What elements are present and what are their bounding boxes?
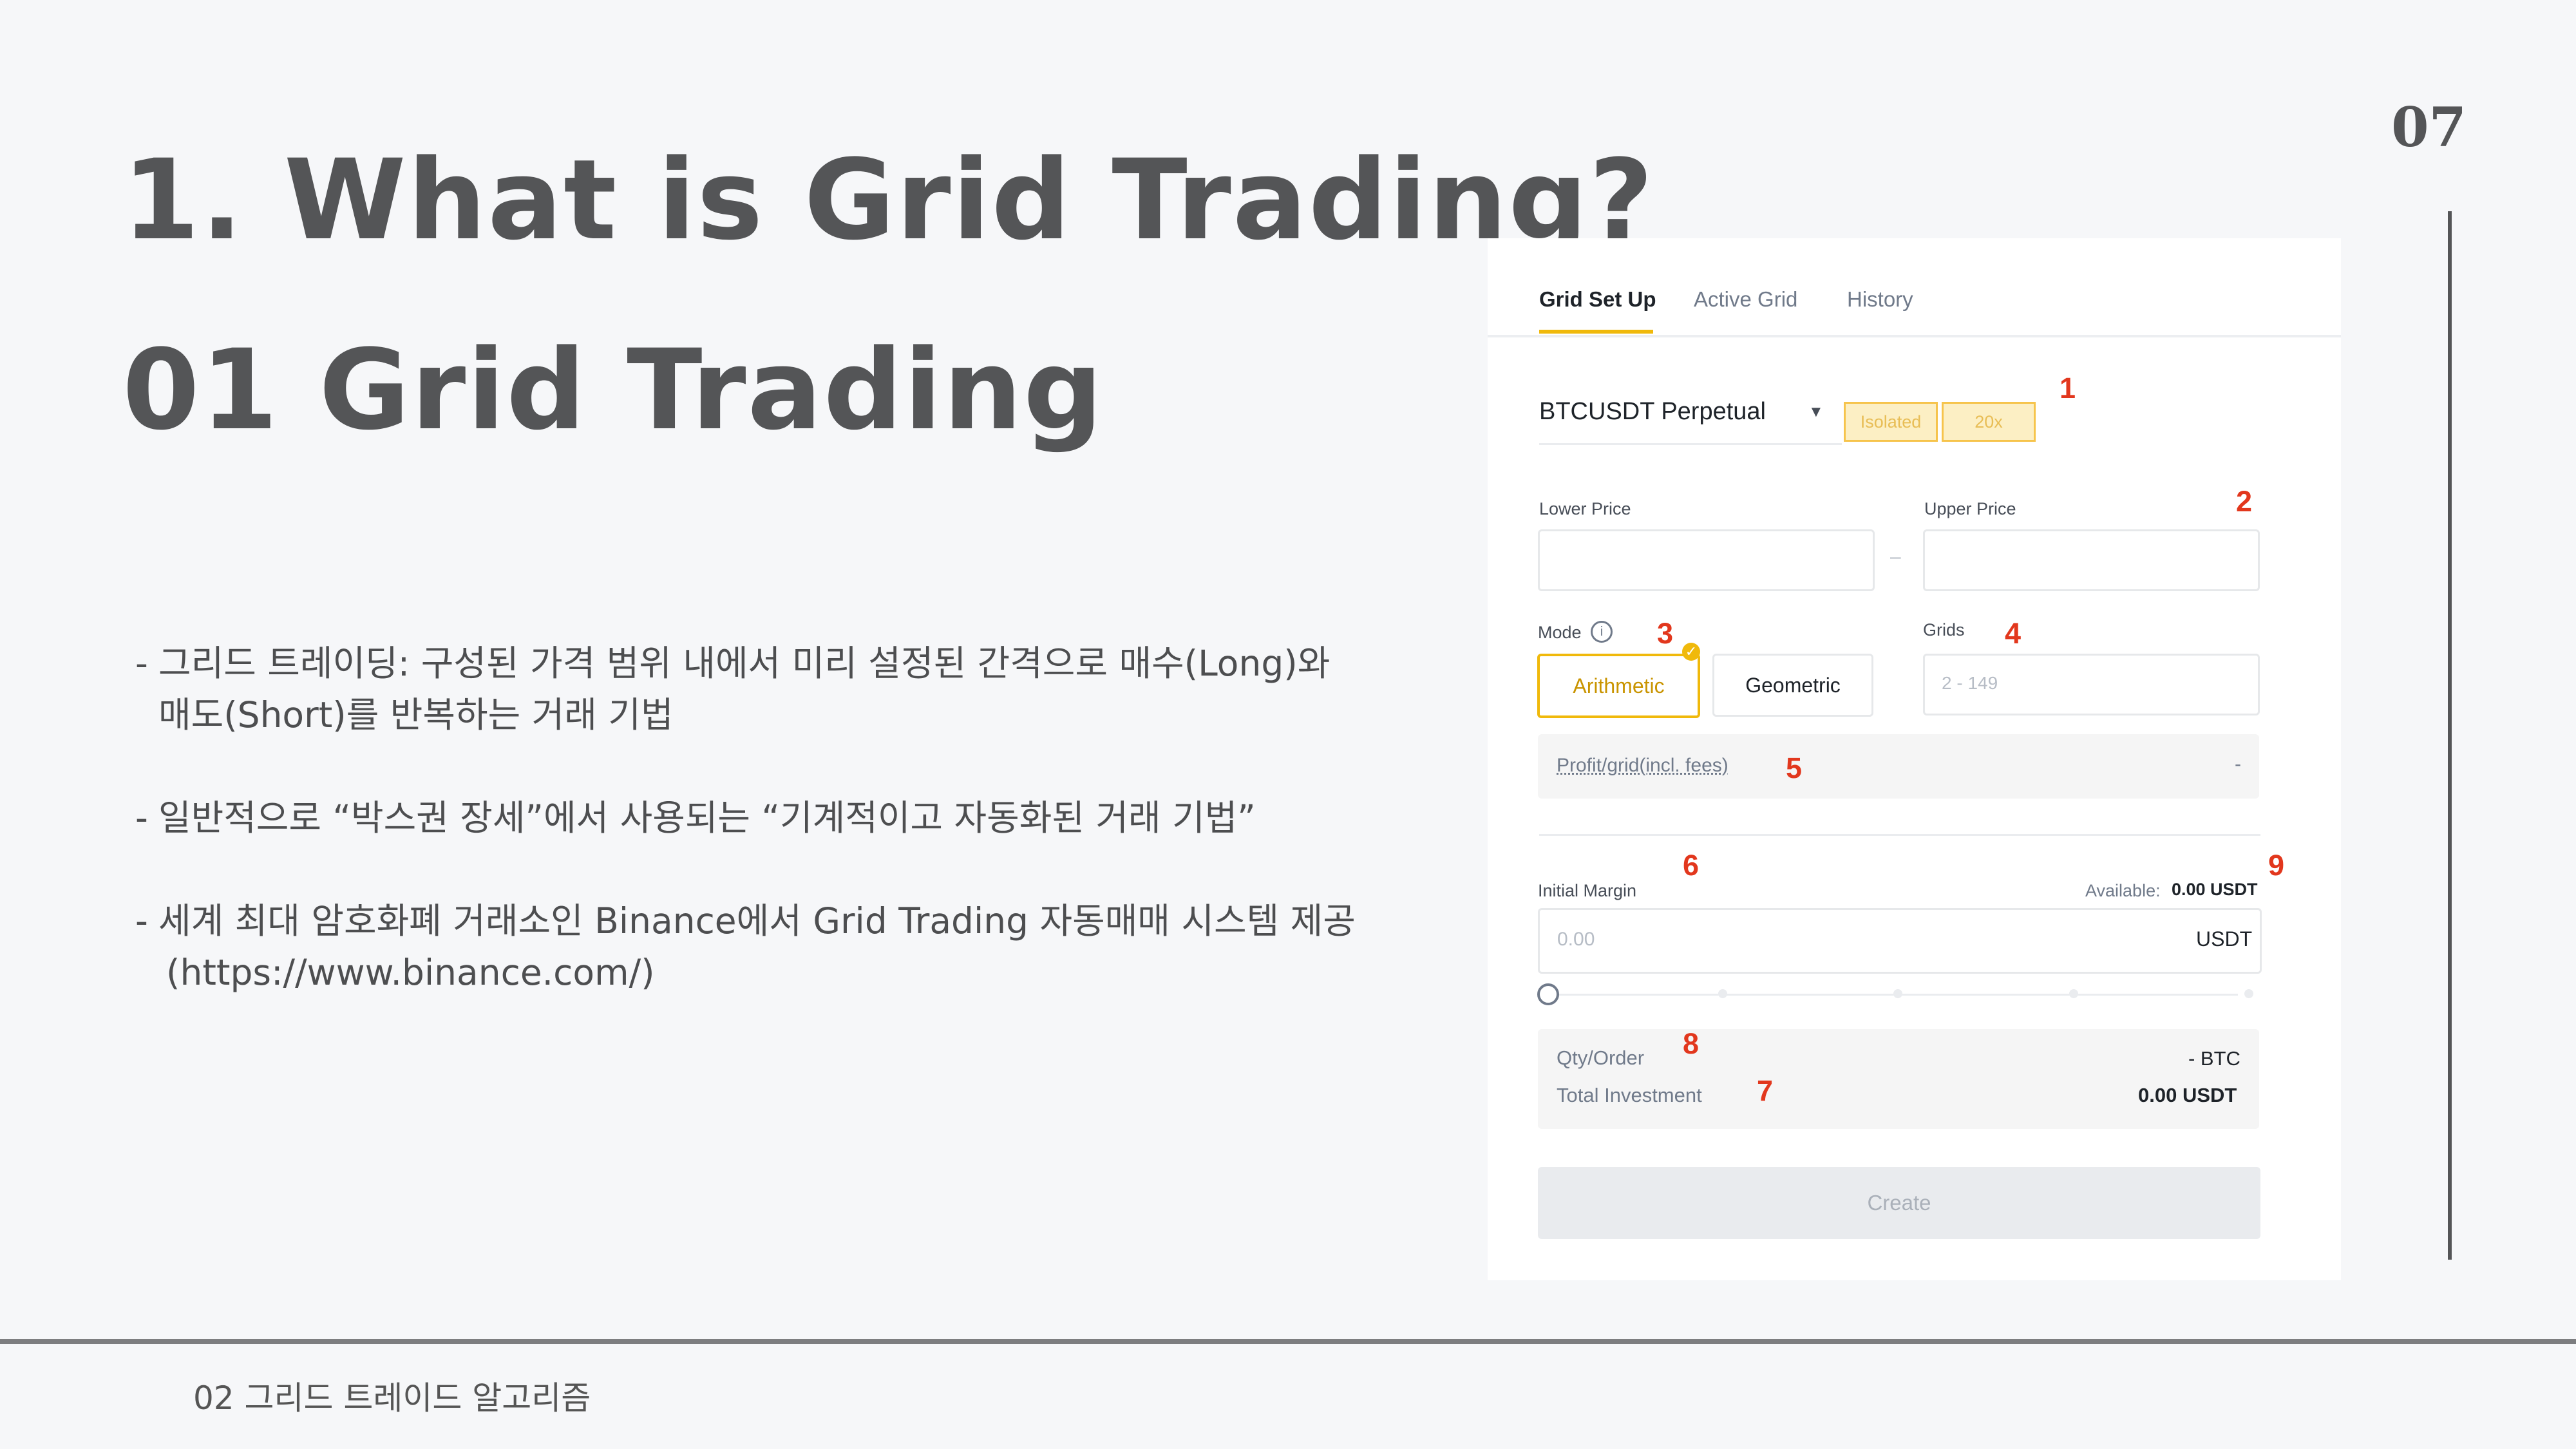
upper-price-input[interactable] xyxy=(1923,529,2260,591)
section-divider xyxy=(1539,834,2260,836)
slider-step-dot[interactable] xyxy=(2069,989,2078,998)
slide-subtitle: 01 Grid Trading xyxy=(122,325,1104,455)
bullet-list: - 그리드 트레이딩: 구성된 가격 범위 내에서 미리 설정된 간격으로 매수(… xyxy=(135,638,1436,1050)
lower-price-input[interactable] xyxy=(1538,529,1875,591)
bullet-link-text: (https://www.binance.com/) xyxy=(166,952,655,993)
slider-step-dot[interactable] xyxy=(2244,989,2253,998)
margin-slider-handle[interactable] xyxy=(1537,983,1559,1005)
annotation-number: 5 xyxy=(1786,752,1803,784)
initial-margin-input[interactable] xyxy=(1538,908,2262,974)
annotation-number: 6 xyxy=(1683,849,1700,882)
slide-title: 1. What is Grid Trading? xyxy=(122,135,1655,265)
annotation-number: 4 xyxy=(2005,617,2022,650)
bullet-text: 일반적으로 “박스권 장세”에서 사용되는 “기계적이고 자동화된 거래 기법” xyxy=(158,797,1256,838)
bullet-item: - 그리드 트레이딩: 구성된 가격 범위 내에서 미리 설정된 간격으로 매수(… xyxy=(135,638,1436,741)
vertical-divider xyxy=(2448,211,2452,1260)
grids-placeholder: 2 - 149 xyxy=(1942,673,1998,693)
page-number: 07 xyxy=(2391,95,2467,159)
margin-unit: USDT xyxy=(2196,927,2253,951)
profit-per-grid-value: - xyxy=(2235,753,2241,775)
bullet-text: 세계 최대 암호화폐 거래소인 Binance에서 Grid Trading 자… xyxy=(158,900,1356,942)
symbol-underline xyxy=(1539,443,1842,445)
leverage-badge[interactable]: 20x xyxy=(1942,402,2036,442)
mode-geometric-button[interactable]: Geometric xyxy=(1712,654,1873,717)
annotation-number: 9 xyxy=(2268,849,2285,882)
bullet-item: - 일반적으로 “박스권 장세”에서 사용되는 “기계적이고 자동화된 거래 기법… xyxy=(135,797,1256,838)
qty-order-value: - BTC xyxy=(2188,1047,2240,1070)
order-summary-box xyxy=(1538,1029,2259,1129)
mode-label: Mode xyxy=(1538,623,1582,642)
margin-placeholder: 0.00 xyxy=(1557,929,1595,950)
tabs-divider xyxy=(1488,335,2341,337)
total-investment-label: Total Investment xyxy=(1557,1084,1702,1106)
margin-mode-badge[interactable]: Isolated xyxy=(1844,402,1938,442)
annotation-number: 1 xyxy=(2060,372,2076,404)
check-icon: ✓ xyxy=(1682,643,1700,661)
available-balance: 0.00 USDT xyxy=(2172,880,2258,899)
slider-step-dot[interactable] xyxy=(1718,989,1727,998)
initial-margin-label: Initial Margin xyxy=(1538,881,1637,900)
annotation-number: 7 xyxy=(1757,1074,1774,1107)
annotation-number: 8 xyxy=(1683,1027,1700,1060)
profit-per-grid-label: Profit/grid(incl. fees) xyxy=(1557,755,1728,776)
mode-arithmetic-button[interactable]: Arithmetic xyxy=(1537,654,1700,718)
footer-section-title: 02 그리드 트레이드 알고리즘 xyxy=(193,1379,591,1417)
range-separator: – xyxy=(1890,546,1901,567)
annotation-number: 3 xyxy=(1657,617,1674,650)
qty-order-label: Qty/Order xyxy=(1557,1046,1645,1069)
tab-active-grid[interactable]: Active Grid xyxy=(1694,287,1797,312)
bullet-text: 그리드 트레이딩: 구성된 가격 범위 내에서 미리 설정된 간격으로 매수(L… xyxy=(158,643,1331,684)
active-tab-indicator xyxy=(1539,330,1653,334)
grid-trading-panel: Grid Set Up Active Grid History BTCUSDT … xyxy=(1488,238,2341,1280)
available-label: Available: xyxy=(2085,881,2161,900)
info-icon[interactable]: i xyxy=(1591,621,1613,643)
upper-price-label: Upper Price xyxy=(1924,499,2016,518)
slider-step-dot[interactable] xyxy=(1893,989,1902,998)
symbol-selector[interactable]: BTCUSDT Perpetual xyxy=(1539,398,1766,426)
total-investment-value: 0.00 USDT xyxy=(2138,1084,2237,1106)
caret-down-icon[interactable]: ▼ xyxy=(1808,403,1824,421)
lower-price-label: Lower Price xyxy=(1539,499,1631,518)
bullet-text-continued: 매도(Short)를 반복하는 거래 기법 xyxy=(158,694,674,735)
bullet-item: - 세계 최대 암호화폐 거래소인 Binance에서 Grid Trading … xyxy=(135,895,1436,998)
tab-grid-set-up[interactable]: Grid Set Up xyxy=(1539,287,1656,312)
annotation-number: 2 xyxy=(2236,485,2253,518)
tab-history[interactable]: History xyxy=(1847,287,1913,312)
create-button[interactable]: Create xyxy=(1538,1167,2260,1239)
grids-label: Grids xyxy=(1923,620,1965,639)
footer-divider xyxy=(0,1339,2576,1344)
